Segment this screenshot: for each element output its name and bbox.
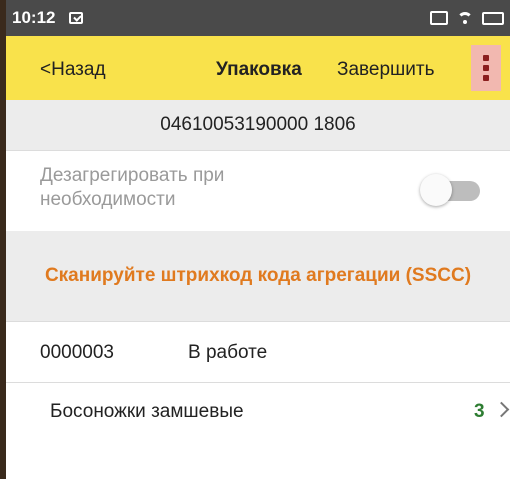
item-quantity: 3 <box>474 401 485 422</box>
barcode-value: 04610053190000 1806 <box>160 114 356 135</box>
finish-button[interactable]: Завершить <box>337 59 435 81</box>
disaggregate-toggle-row: Дезагрегировать при необходимости <box>6 151 510 231</box>
scan-prompt: Сканируйте штрихкод кода агрегации (SSCC… <box>6 231 510 322</box>
battery-icon <box>482 11 504 25</box>
cast-icon <box>430 11 448 25</box>
barcode-display: 04610053190000 1806 <box>6 100 510 151</box>
status-bar: 10:12 <box>6 0 510 36</box>
app-screen: 10:12 <Назад Упаковка Завершить 04610053… <box>6 0 510 479</box>
switch-thumb[interactable] <box>420 174 452 206</box>
list-item[interactable]: Босоножки замшевые 3 <box>6 383 510 439</box>
status-time: 10:12 <box>12 8 56 27</box>
more-vert-icon[interactable] <box>471 45 501 91</box>
document-status: В работе <box>188 342 268 363</box>
disaggregate-switch[interactable] <box>420 174 484 206</box>
notification-icon <box>69 12 84 24</box>
disaggregate-label: Дезагрегировать при необходимости <box>40 165 225 210</box>
document-number: 0000003 <box>40 342 114 363</box>
back-button[interactable]: <Назад <box>40 59 106 81</box>
chevron-right-icon <box>493 401 510 418</box>
status-icons <box>430 9 504 27</box>
page-title: Упаковка <box>216 59 302 80</box>
document-row[interactable]: 0000003 В работе <box>6 322 510 383</box>
scan-prompt-text: Сканируйте штрихкод кода агрегации (SSCC… <box>44 265 472 286</box>
wifi-icon <box>456 9 474 27</box>
app-toolbar: <Назад Упаковка Завершить <box>6 36 510 100</box>
item-name: Босоножки замшевые <box>50 401 244 422</box>
